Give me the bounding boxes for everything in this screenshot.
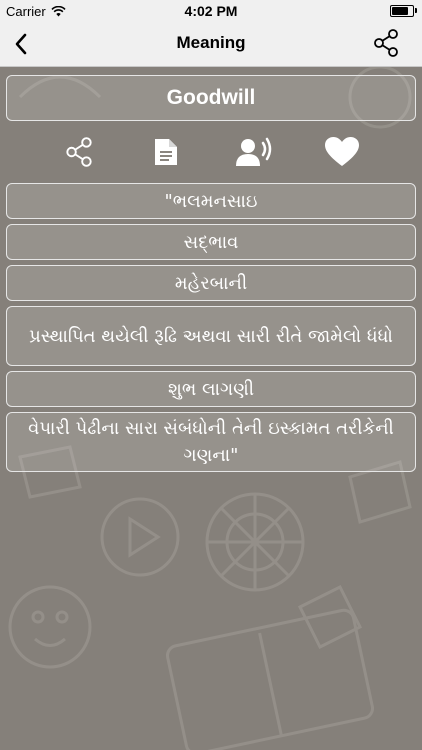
navigation-bar: Meaning bbox=[0, 22, 422, 67]
share-icon bbox=[66, 137, 92, 167]
word-title: Goodwill bbox=[6, 75, 416, 121]
document-action-button[interactable] bbox=[146, 134, 186, 170]
page-title: Meaning bbox=[176, 33, 246, 52]
meaning-item: પ્રસ્થાપિત થયેલી રૂઢિ અથવા સારી રીતે જામ… bbox=[6, 306, 416, 366]
action-row bbox=[6, 121, 416, 183]
speaker-voice-icon bbox=[236, 137, 272, 166]
meaning-item: શુભ લાગણી bbox=[6, 371, 416, 407]
heart-icon bbox=[325, 137, 359, 166]
favorite-action-button[interactable] bbox=[322, 134, 362, 170]
status-time: 4:02 PM bbox=[184, 3, 238, 19]
battery-icon bbox=[390, 5, 417, 17]
status-bar: Carrier 4:02 PM bbox=[0, 0, 422, 22]
battery-fill bbox=[392, 7, 409, 15]
document-icon bbox=[155, 139, 177, 165]
meaning-item: "ભલમનસાઇ bbox=[6, 183, 416, 219]
share-action-button[interactable] bbox=[59, 134, 99, 170]
meaning-item: વેપારી પેઢીના સારા સંબંધોની તેની ઇસ્કામત… bbox=[6, 412, 416, 472]
meaning-item: સદ્ભાવ bbox=[6, 224, 416, 260]
meaning-item: મહેરબાની bbox=[6, 265, 416, 301]
nav-share-button[interactable] bbox=[370, 27, 402, 59]
speak-action-button[interactable] bbox=[234, 134, 274, 170]
share-icon bbox=[374, 29, 398, 57]
meaning-content: Goodwill "ભલમનસાઇ સદ્ભાવ મહેરબાની પ્રસ્થ… bbox=[6, 75, 416, 477]
